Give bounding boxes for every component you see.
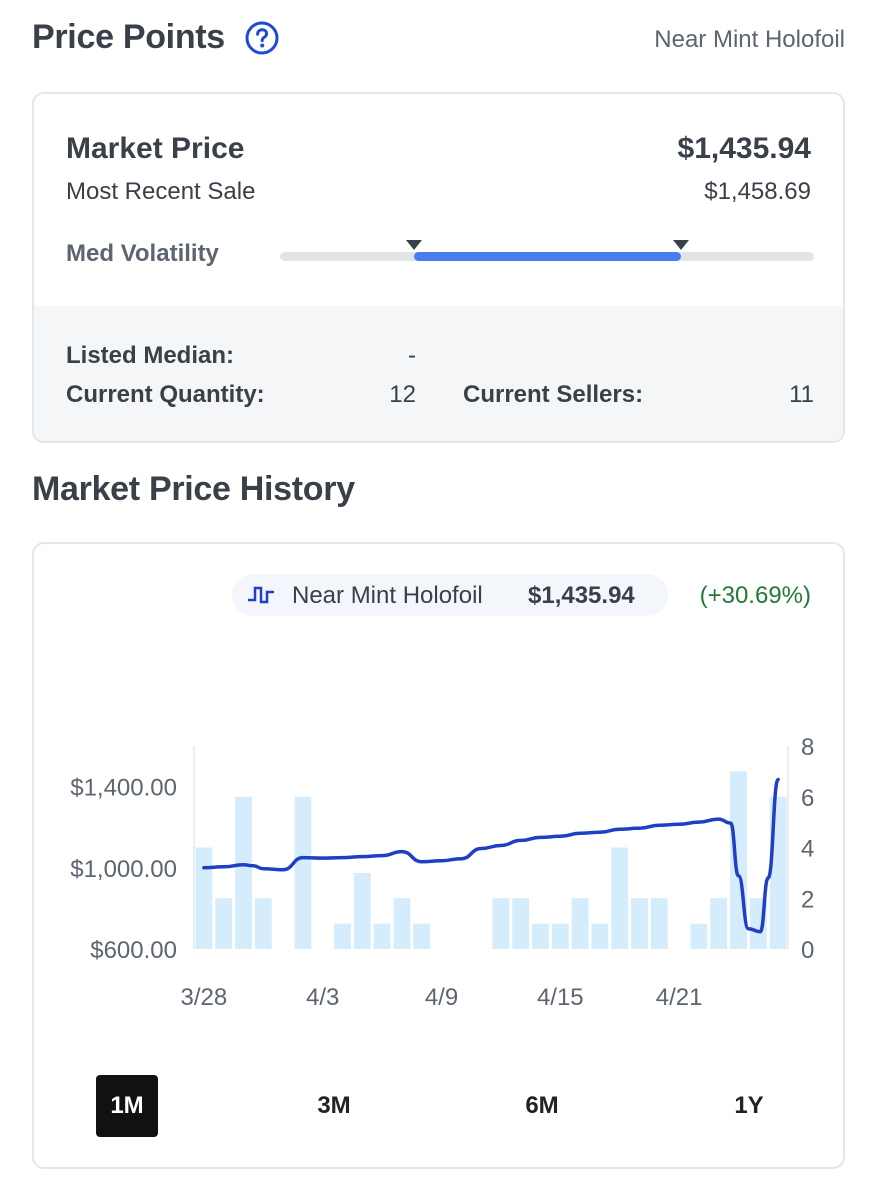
volume-bar	[551, 923, 569, 949]
volume-bar	[294, 796, 312, 949]
price-summary: Market Price $1,435.94 Most Recent Sale …	[34, 94, 843, 306]
volume-bar	[413, 923, 431, 949]
section-title: Market Price History	[32, 470, 355, 508]
current-quantity-value: 12	[389, 381, 416, 408]
listed-median-label: Listed Median:	[66, 342, 235, 369]
volume-bar	[571, 898, 589, 949]
current-sellers-value: 11	[789, 381, 814, 408]
volume-bar	[611, 847, 629, 949]
price-points-header: Price Points Near Mint Holofoil	[32, 18, 845, 62]
y-right-tick-label: 8	[801, 734, 814, 761]
volatility-high-marker-icon	[672, 240, 689, 250]
volume-bar	[650, 898, 668, 949]
ticks-layer: $1,400.00 $1,000.00 $600.00 8 6 4 2 0 3/28 4/3 4/9…	[70, 734, 814, 1011]
bars-layer	[195, 771, 787, 949]
market-price-value: $1,435.94	[677, 132, 811, 165]
volume-bar	[591, 923, 609, 949]
x-tick-label: 3/28	[181, 984, 228, 1011]
condition-label: Near Mint Holofoil	[654, 26, 845, 53]
volume-bar	[215, 898, 233, 949]
volume-bar	[235, 796, 252, 949]
x-tick-label: 4/21	[656, 984, 703, 1011]
y-right-tick-label: 4	[801, 836, 814, 863]
line-layer	[202, 777, 780, 934]
volume-bar	[532, 923, 549, 949]
x-tick-label: 4/9	[425, 984, 458, 1011]
listing-stats: Listed Median: - Current Quantity: 12 Cu…	[34, 306, 843, 441]
volatility-track	[280, 240, 814, 261]
recent-sale-value: $1,458.69	[704, 178, 811, 205]
volume-bar	[492, 898, 510, 949]
market-price-label: Market Price	[66, 132, 245, 165]
volume-bar	[710, 898, 728, 949]
range-button-6m[interactable]: 6M	[511, 1075, 573, 1137]
volume-bar	[334, 923, 351, 949]
volatility-low-marker-icon	[405, 240, 422, 250]
x-tick-label: 4/15	[537, 984, 584, 1011]
volume-bar	[393, 898, 411, 949]
volume-bar	[631, 898, 648, 949]
y-right-tick-label: 0	[801, 937, 814, 964]
y-right-tick-label: 6	[801, 785, 814, 812]
range-button-3m[interactable]: 3M	[303, 1075, 365, 1137]
y-left-tick-label: $600.00	[90, 937, 177, 964]
x-tick-label: 4/3	[306, 984, 339, 1011]
volume-bar	[512, 898, 530, 949]
volume-bar	[353, 872, 371, 949]
current-sellers-label: Current Sellers:	[463, 381, 644, 408]
volatility-range-fill	[413, 252, 681, 261]
price-history-chart: $1,400.00 $1,000.00 $600.00 8 6 4 2 0 3/28 4/3 4/9…	[70, 734, 814, 1011]
range-button-1y[interactable]: 1Y	[718, 1075, 780, 1137]
page-title: Price Points	[32, 18, 225, 56]
volume-bar	[195, 847, 213, 949]
price-points-card: Market Price $1,435.94 Most Recent Sale …	[32, 92, 845, 443]
current-quantity-label: Current Quantity:	[66, 381, 265, 408]
y-left-tick-label: $1,000.00	[70, 856, 177, 883]
listed-median-value: -	[408, 342, 416, 369]
help-icon[interactable]	[245, 21, 279, 55]
volatility-label: Med Volatility	[66, 240, 219, 267]
price-line	[202, 777, 780, 934]
recent-sale-label: Most Recent Sale	[66, 178, 256, 205]
volume-bar	[690, 923, 708, 949]
y-right-tick-label: 2	[801, 886, 814, 913]
volume-bar	[254, 898, 272, 949]
range-button-1m[interactable]: 1M	[96, 1075, 158, 1137]
volume-bar	[373, 923, 391, 949]
y-left-tick-label: $1,400.00	[70, 775, 177, 802]
price-history-card: Near Mint Holofoil $1,435.94 (+30.69%) $…	[32, 542, 845, 1169]
